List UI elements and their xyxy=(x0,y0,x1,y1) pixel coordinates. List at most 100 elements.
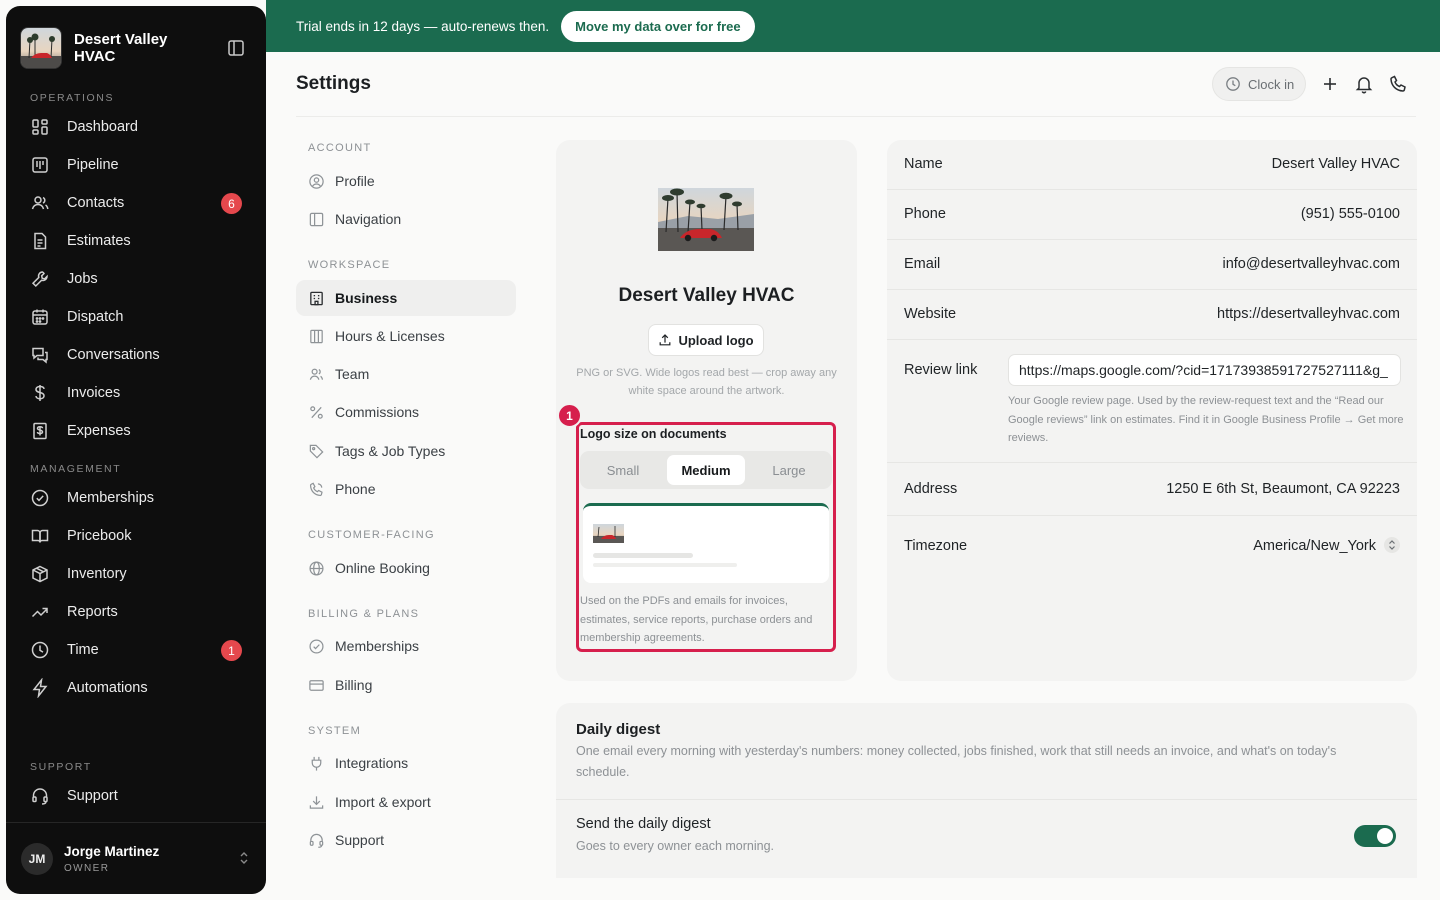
settings-item-tags-job-types[interactable]: Tags & Job Types xyxy=(296,433,516,469)
upload-logo-label: Upload logo xyxy=(678,332,754,348)
sidebar-item-pipeline[interactable]: Pipeline xyxy=(20,148,252,182)
dashboard-icon xyxy=(30,117,50,137)
brand-name: Desert Valley HVAC xyxy=(74,31,168,65)
preview-logo xyxy=(593,524,624,543)
settings-item-label: Phone xyxy=(335,481,376,497)
clock-in-button[interactable]: Clock in xyxy=(1212,67,1306,101)
review-link-input[interactable]: https://maps.google.com/?cid=17173938591… xyxy=(1008,354,1401,386)
size-option-small[interactable]: Small xyxy=(584,455,662,485)
sidebar-item-label: Conversations xyxy=(67,347,160,363)
divider xyxy=(556,799,1417,800)
sidebar-item-time[interactable]: Time 1 xyxy=(20,633,252,667)
clock-icon xyxy=(30,640,50,660)
document-preview xyxy=(583,503,829,583)
sidebar-item-automations[interactable]: Automations xyxy=(20,671,252,705)
sidebar-item-jobs[interactable]: Jobs xyxy=(20,262,252,296)
wrench-icon xyxy=(30,269,50,289)
settings-item-online-booking[interactable]: Online Booking xyxy=(296,550,516,586)
team-icon xyxy=(308,366,325,383)
daily-digest-title: Daily digest xyxy=(576,721,661,738)
sidebar-item-inventory[interactable]: Inventory xyxy=(20,557,252,591)
nav-section-operations: OPERATIONS xyxy=(30,92,115,104)
info-row-email[interactable]: Email info@desertvalleyhvac.com xyxy=(887,240,1417,290)
size-option-large[interactable]: Large xyxy=(750,455,828,485)
user-circle-icon xyxy=(308,173,325,190)
sidebar-item-memberships[interactable]: Memberships xyxy=(20,481,252,515)
calendar-icon xyxy=(30,307,50,327)
sidebar-item-label: Estimates xyxy=(67,233,131,249)
chevron-updown-icon xyxy=(238,850,250,866)
sidebar-item-label: Reports xyxy=(67,604,118,620)
plug-icon xyxy=(308,755,325,772)
sidebar-item-label: Pricebook xyxy=(67,528,132,544)
pipeline-icon xyxy=(30,155,50,175)
sidebar-collapse-icon[interactable] xyxy=(226,38,246,58)
settings-item-import-export[interactable]: Import & export xyxy=(296,784,516,820)
brand-logo[interactable] xyxy=(20,27,62,69)
settings-item-phone[interactable]: Phone xyxy=(296,471,516,507)
headset-icon xyxy=(308,832,325,849)
settings-section-billing-plans: BILLING & PLANS xyxy=(308,608,420,620)
annotation-number: 1 xyxy=(557,403,582,428)
chevron-updown-icon xyxy=(1384,537,1400,553)
phone-icon[interactable] xyxy=(1388,74,1408,94)
settings-item-team[interactable]: Team xyxy=(296,356,516,392)
sidebar-item-support[interactable]: Support xyxy=(20,779,252,813)
sidebar-item-dashboard[interactable]: Dashboard xyxy=(20,110,252,144)
review-link-hint: Your Google review page. Used by the rev… xyxy=(1008,395,1404,444)
estimates-icon xyxy=(30,231,50,251)
migrate-data-button[interactable]: Move my data over for free xyxy=(561,10,755,42)
sidebar-item-pricebook[interactable]: Pricebook xyxy=(20,519,252,553)
info-row-phone[interactable]: Phone (951) 555-0100 xyxy=(887,190,1417,240)
settings-item-support[interactable]: Support xyxy=(296,822,516,858)
settings-item-memberships[interactable]: Memberships xyxy=(296,628,516,664)
settings-item-commissions[interactable]: Commissions xyxy=(296,394,516,430)
size-option-medium[interactable]: Medium xyxy=(667,455,745,485)
sidebar-item-label: Memberships xyxy=(67,490,155,506)
timezone-label: Timezone xyxy=(904,538,968,554)
address-value: 1250 E 6th St, Beaumont, CA 92223 xyxy=(1166,481,1400,497)
book-icon xyxy=(30,526,50,546)
phone-label: Phone xyxy=(904,206,946,222)
receipt-icon xyxy=(30,421,50,441)
bell-icon[interactable] xyxy=(1354,74,1374,94)
settings-item-navigation[interactable]: Navigation xyxy=(296,201,516,237)
info-row-website[interactable]: Website https://desertvalleyhvac.com xyxy=(887,290,1417,340)
info-row-name[interactable]: Name Desert Valley HVAC xyxy=(887,140,1417,190)
settings-item-business[interactable]: Business xyxy=(296,280,516,316)
settings-item-billing[interactable]: Billing xyxy=(296,667,516,703)
sidebar-layout-icon xyxy=(308,211,325,228)
check-circle-icon xyxy=(30,488,50,508)
download-icon xyxy=(308,794,325,811)
upload-logo-button[interactable]: Upload logo xyxy=(648,324,764,356)
business-info-card: Name Desert Valley HVAC Phone (951) 555-… xyxy=(887,140,1417,681)
send-digest-toggle[interactable] xyxy=(1354,825,1396,847)
send-digest-subtext: Goes to every owner each morning. xyxy=(576,839,775,853)
sidebar-item-estimates[interactable]: Estimates xyxy=(20,224,252,258)
header-divider xyxy=(296,116,1416,117)
business-name-heading: Desert Valley HVAC xyxy=(618,285,795,306)
sidebar-item-label: Invoices xyxy=(67,385,121,401)
sidebar-item-label: Expenses xyxy=(67,423,131,439)
settings-item-label: Commissions xyxy=(335,404,420,420)
sidebar-item-reports[interactable]: Reports xyxy=(20,595,252,629)
settings-item-integrations[interactable]: Integrations xyxy=(296,745,516,781)
sidebar-item-dispatch[interactable]: Dispatch xyxy=(20,300,252,334)
info-row-address[interactable]: Address 1250 E 6th St, Beaumont, CA 9222… xyxy=(887,463,1417,516)
timezone-select[interactable]: America/New_York xyxy=(1253,537,1400,554)
phone-value: (951) 555-0100 xyxy=(1300,206,1400,222)
bolt-icon xyxy=(30,678,50,698)
sidebar-item-conversations[interactable]: Conversations xyxy=(20,338,252,372)
chat-icon xyxy=(30,345,50,365)
clock-in-label: Clock in xyxy=(1248,76,1295,92)
sidebar-item-label: Contacts xyxy=(67,195,125,211)
sidebar-item-invoices[interactable]: Invoices xyxy=(20,376,252,410)
plus-icon[interactable] xyxy=(1320,74,1340,94)
sidebar-item-contacts[interactable]: Contacts 6 xyxy=(20,186,252,220)
credit-card-icon xyxy=(308,677,325,694)
settings-item-hours-licenses[interactable]: Hours & Licenses xyxy=(296,318,516,354)
logo-size-note: Used on the PDFs and emails for invoices… xyxy=(580,595,813,644)
settings-item-profile[interactable]: Profile xyxy=(296,163,516,199)
user-menu[interactable]: JM Jorge Martinez OWNER xyxy=(6,822,266,894)
sidebar-item-expenses[interactable]: Expenses xyxy=(20,414,252,448)
